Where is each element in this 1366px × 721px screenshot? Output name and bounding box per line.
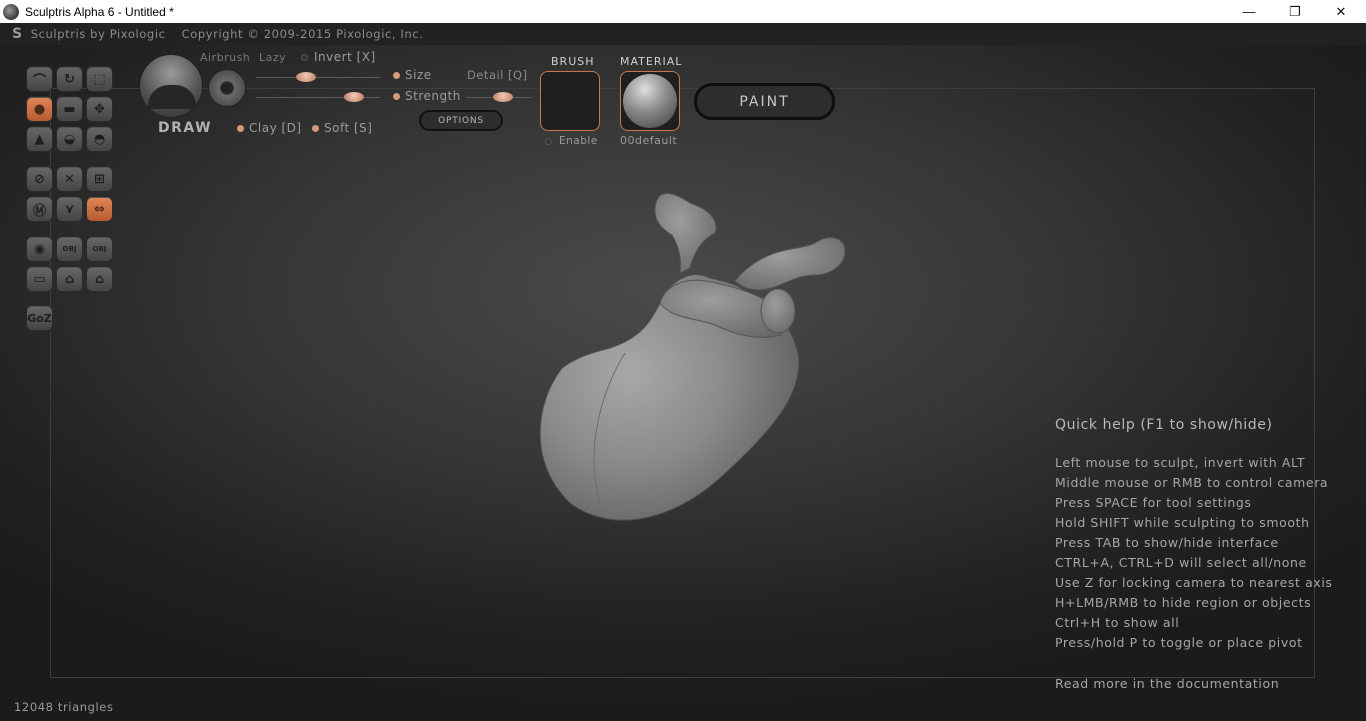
open-file-tool[interactable]: ⌂	[56, 266, 83, 292]
lazy-label: Lazy	[259, 51, 287, 64]
soft-radio[interactable]	[312, 125, 319, 132]
restore-button[interactable]: ❐	[1272, 0, 1318, 23]
paint-mode-button[interactable]: PAINT	[694, 83, 835, 120]
pinch-tool[interactable]: ▲	[26, 126, 53, 152]
wireframe-tool[interactable]: ⋎	[56, 196, 83, 222]
size-slider-track[interactable]	[256, 77, 380, 78]
quick-help-line: Middle mouse or RMB to control camera	[1055, 475, 1329, 490]
size-slider-handle[interactable]	[296, 72, 317, 82]
window-titlebar: Sculptris Alpha 6 - Untitled * — ❐ ✕	[0, 0, 1366, 23]
quick-help-line: Use Z for locking camera to nearest axis	[1055, 575, 1333, 590]
quick-help-line: Left mouse to sculpt, invert with ALT	[1055, 455, 1306, 470]
mirror-tool[interactable]: Ⓜ	[26, 196, 53, 222]
copyright-text: Copyright © 2009-2015 Pixologic, Inc.	[181, 27, 424, 41]
detail-slider-handle[interactable]	[492, 92, 513, 102]
close-button[interactable]: ✕	[1318, 0, 1364, 23]
window-title: Sculptris Alpha 6 - Untitled *	[25, 4, 174, 19]
scale-tool[interactable]: ⬚	[86, 66, 113, 92]
draw-tool[interactable]: ⌒	[26, 66, 53, 92]
smooth-tool[interactable]: ◓	[86, 126, 113, 152]
sculpt-viewport[interactable]: S Sculptris by Pixologic Copyright © 200…	[0, 23, 1366, 721]
quick-help-line: Press TAB to show/hide interface	[1055, 535, 1279, 550]
material-heading: MATERIAL	[620, 55, 683, 68]
airbrush-toggle[interactable]	[208, 69, 246, 107]
material-preview-sphere	[623, 74, 677, 128]
header-strip: S Sculptris by Pixologic Copyright © 200…	[0, 23, 1366, 45]
airbrush-label: Airbrush	[200, 51, 251, 64]
pixologic-logo-icon: S	[12, 26, 23, 42]
brush-name: DRAW	[158, 120, 213, 136]
enable-label: Enable	[559, 135, 598, 147]
goz-button[interactable]: GoZ	[26, 305, 53, 331]
quick-help-line: Ctrl+H to show all	[1055, 615, 1180, 630]
strength-label: Strength	[405, 89, 461, 103]
triangle-count: 12048 triangles	[14, 700, 114, 714]
quick-help-title: Quick help (F1 to show/hide)	[1055, 417, 1273, 433]
app-name: Sculptris by Pixologic	[30, 27, 166, 41]
quick-help-line: Press/hold P to toggle or place pivot	[1055, 635, 1303, 650]
enable-checkbox[interactable]	[545, 138, 552, 145]
invert-checkbox[interactable]	[301, 54, 308, 61]
symmetry-tool[interactable]: ⇔	[86, 196, 113, 222]
inflate-tool[interactable]: ●	[26, 96, 53, 122]
brush-preview-sphere[interactable]	[139, 54, 203, 118]
import-obj-tool[interactable]: OBJ	[56, 236, 83, 262]
flatten-tool[interactable]: ▬	[56, 96, 83, 122]
sculptris-app-icon	[3, 3, 19, 20]
documentation-link[interactable]: Read more in the documentation	[1055, 676, 1279, 691]
detail-label: Detail [Q]	[467, 68, 528, 82]
rotate-tool[interactable]: ↻	[56, 66, 83, 92]
size-label: Size	[405, 68, 432, 82]
brush-heading: BRUSH	[551, 55, 595, 68]
size-indicator-dot	[393, 72, 400, 79]
new-sphere-tool[interactable]: ◉	[26, 236, 53, 262]
soft-label: Soft [S]	[324, 121, 373, 135]
reduce-brush-tool[interactable]: ⊘	[26, 166, 53, 192]
material-name: 00default	[620, 134, 678, 147]
material-slot[interactable]	[620, 71, 680, 131]
clay-radio[interactable]	[237, 125, 244, 132]
grab-tool[interactable]: ✥	[86, 96, 113, 122]
save-file-tool[interactable]: ⌂	[86, 266, 113, 292]
clay-label: Clay [D]	[249, 121, 302, 135]
minimize-button[interactable]: —	[1226, 0, 1272, 23]
grid-tool[interactable]: ⊞	[86, 166, 113, 192]
quick-help-line: Hold SHIFT while sculpting to smooth	[1055, 515, 1310, 530]
quick-help-line: Press SPACE for tool settings	[1055, 495, 1252, 510]
options-button[interactable]: OPTIONS	[419, 110, 503, 131]
quick-help-line: H+LMB/RMB to hide region or objects	[1055, 595, 1312, 610]
new-plane-tool[interactable]: ▭	[26, 266, 53, 292]
brush-texture-slot[interactable]	[540, 71, 600, 131]
invert-label: Invert [X]	[314, 50, 376, 64]
export-obj-tool[interactable]: OBJ	[86, 236, 113, 262]
strength-indicator-dot	[393, 93, 400, 100]
mask-tool[interactable]: ✕	[56, 166, 83, 192]
crease-tool[interactable]: ◒	[56, 126, 83, 152]
quick-help-line: CTRL+A, CTRL+D will select all/none	[1055, 555, 1307, 570]
